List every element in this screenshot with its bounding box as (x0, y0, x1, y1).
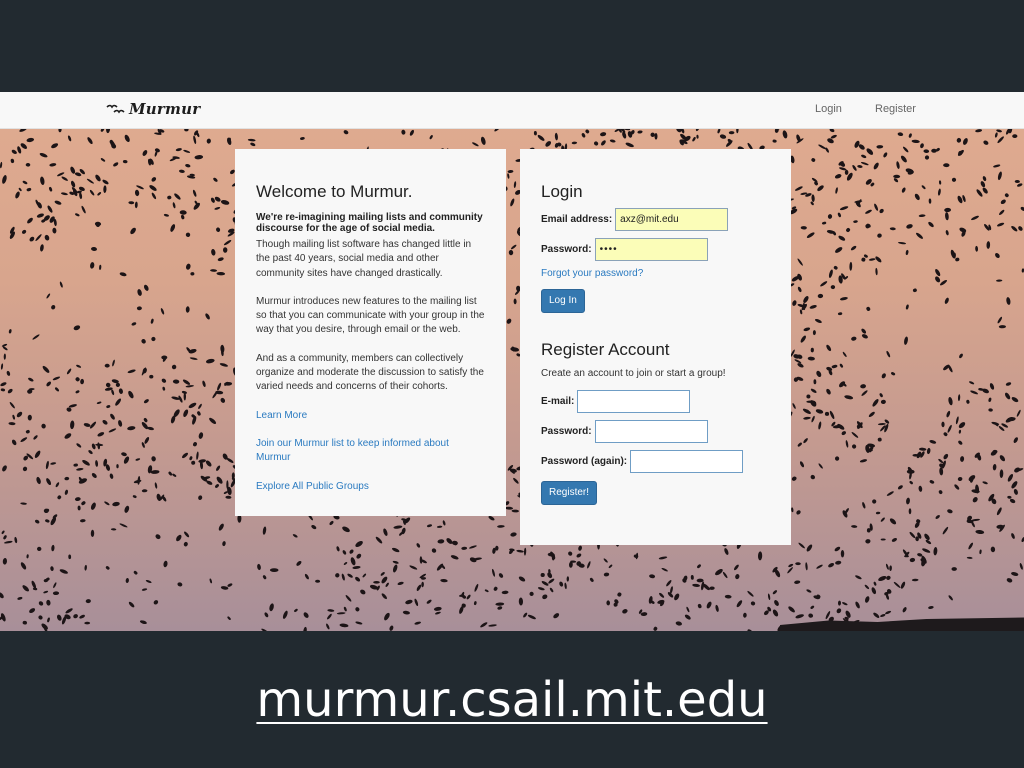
login-email-label: Email address: (541, 214, 613, 225)
welcome-paragraph: Though mailing list software has changed… (256, 239, 472, 279)
auth-panel: Login Email address: Password: Forgot yo… (520, 149, 791, 545)
join-murmur-list-link[interactable]: Join our Murmur list to keep informed ab… (256, 437, 485, 466)
login-email-row: Email address: (541, 208, 770, 231)
login-password-label: Password: (541, 244, 592, 255)
birds-logo-icon (106, 104, 125, 114)
brand[interactable]: Murmur (106, 100, 200, 118)
login-button[interactable]: Log In (541, 289, 585, 314)
login-email-input[interactable] (615, 208, 729, 231)
learn-more-link[interactable]: Learn More (256, 409, 485, 423)
login-password-row: Password: (541, 238, 770, 261)
register-password-label: Password: (541, 426, 592, 438)
welcome-paragraph: Murmur introduces new features to the ma… (256, 295, 485, 336)
register-button[interactable]: Register! (541, 481, 598, 506)
register-title: Register Account (541, 340, 670, 360)
register-password-again-row: Password (again): (541, 450, 770, 474)
register-password-again-input[interactable] (630, 450, 744, 474)
brand-name: Murmur (129, 100, 201, 118)
welcome-paragraph: And as a community, members can collecti… (256, 352, 484, 393)
welcome-tagline: We're re-imagining mailing lists and com… (256, 212, 483, 234)
register-email-row: E-mail: (541, 390, 770, 414)
slide-url-caption: murmur.csail.mit.edu (256, 672, 768, 728)
welcome-title: Welcome to Murmur. (256, 182, 413, 201)
register-password-row: Password: (541, 420, 770, 444)
register-password-input[interactable] (594, 420, 708, 444)
forgot-password-link[interactable]: Forgot your password? (541, 267, 770, 281)
register-email-label: E-mail: (541, 396, 575, 408)
register-subtitle: Create an account to join or start a gro… (541, 368, 726, 380)
login-title: Login (541, 182, 583, 201)
nav-register-link[interactable]: Register (875, 103, 916, 115)
starling-murmuration-background (0, 128, 1024, 631)
nav-login-link[interactable]: Login (815, 103, 842, 115)
register-email-input[interactable] (577, 390, 691, 414)
welcome-panel: Welcome to Murmur. We're re-imagining ma… (235, 149, 506, 516)
register-password-again-label: Password (again): (541, 456, 628, 468)
login-password-input[interactable] (594, 238, 708, 261)
explore-public-groups-link[interactable]: Explore All Public Groups (256, 480, 485, 494)
navbar: Murmur Login Register (0, 92, 1024, 129)
browser-screenshot: Murmur Login Register Welcome to Murmur.… (0, 92, 1024, 631)
